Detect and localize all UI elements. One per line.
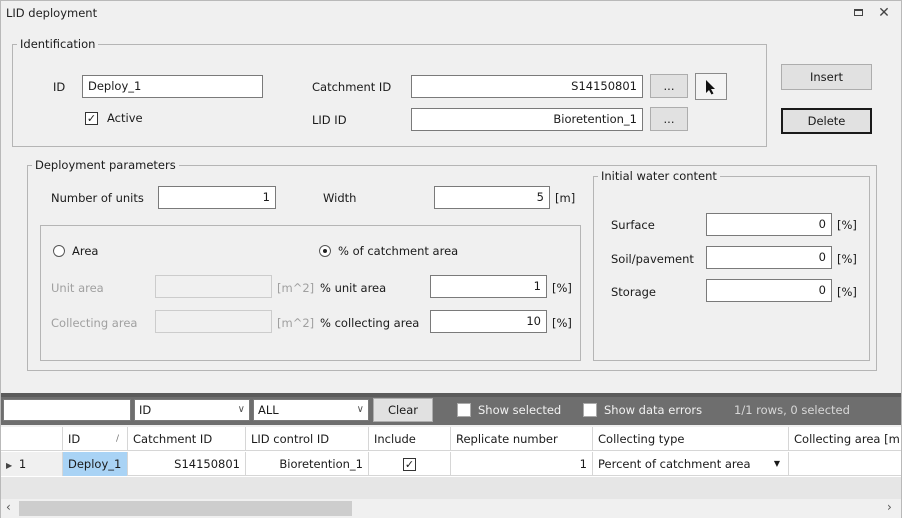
soil-label: Soil/pavement: [611, 252, 694, 266]
deployment-parameters-legend: Deployment parameters: [35, 158, 176, 172]
pct-catchment-option-label: % of catchment area: [338, 244, 459, 258]
filter-bar: ID ∨ ALL ∨ Clear Show selected Show data…: [1, 393, 901, 425]
units-label: Number of units: [51, 191, 144, 205]
clear-filter-button[interactable]: Clear: [373, 398, 433, 422]
width-field[interactable]: 5: [434, 186, 550, 209]
lid-browse-button[interactable]: ...: [650, 107, 688, 131]
maximize-icon[interactable]: [849, 4, 867, 22]
filter-field-select[interactable]: ID ∨: [134, 399, 250, 421]
cell-lid-control[interactable]: Bioretention_1: [246, 452, 369, 476]
unit-area-field: [155, 275, 272, 298]
pct-collecting-area-label: % collecting area: [320, 316, 420, 330]
storage-label: Storage: [611, 285, 656, 299]
dropdown-arrow-icon[interactable]: ▼: [774, 452, 780, 476]
units-field[interactable]: 1: [158, 186, 276, 209]
include-checkbox[interactable]: ✓: [403, 458, 416, 471]
sort-indicator-icon: /: [115, 434, 119, 444]
filter-search-input[interactable]: [3, 399, 131, 421]
cursor-arrow-icon: [706, 80, 715, 95]
cell-replicate[interactable]: 1: [451, 452, 593, 476]
horizontal-scrollbar[interactable]: ‹ ›: [1, 499, 901, 518]
column-header-collecting-area[interactable]: Collecting area [m: [789, 427, 901, 451]
cell-collecting-type[interactable]: Percent of catchment area ▼: [593, 452, 789, 476]
cell-collecting-area[interactable]: [789, 452, 901, 476]
column-header-replicate[interactable]: Replicate number: [451, 427, 593, 451]
surface-label: Surface: [611, 218, 655, 232]
close-icon[interactable]: ✕: [875, 4, 893, 22]
show-errors-label: Show data errors: [604, 403, 703, 417]
scroll-thumb[interactable]: [19, 501, 352, 516]
filter-mode-value: ALL: [258, 403, 279, 417]
pct-unit-area-field[interactable]: 1: [430, 275, 547, 298]
insert-button[interactable]: Insert: [781, 64, 872, 90]
chevron-down-icon: ∨: [237, 404, 245, 415]
show-errors-checkbox[interactable]: [583, 403, 597, 417]
row-indicator-header: [1, 427, 63, 451]
surface-field[interactable]: 0: [706, 213, 832, 236]
cell-id[interactable]: Deploy_1: [63, 452, 128, 476]
width-unit: [m]: [555, 191, 576, 205]
pct-unit-area-unit: [%]: [552, 281, 572, 295]
collecting-type-value: Percent of catchment area: [598, 457, 751, 471]
area-option-label: Area: [72, 244, 99, 258]
collecting-area-field: [155, 310, 272, 333]
initial-water-legend: Initial water content: [601, 169, 717, 183]
lid-deployment-window: LID deployment ✕ Identification ID Deplo…: [0, 0, 902, 518]
pct-collecting-area-field[interactable]: 10: [430, 310, 547, 333]
id-label: ID: [53, 80, 66, 94]
table-header: ID / Catchment ID LID control ID Include…: [1, 427, 901, 451]
catchment-id-label: Catchment ID: [312, 80, 392, 94]
column-header-collecting-type[interactable]: Collecting type: [593, 427, 789, 451]
width-label: Width: [323, 191, 357, 205]
surface-unit: [%]: [837, 218, 857, 232]
title-bar: LID deployment ✕: [1, 1, 901, 25]
active-checkbox[interactable]: ✓: [85, 112, 98, 125]
id-field[interactable]: Deploy_1: [82, 75, 263, 98]
window-title: LID deployment: [6, 6, 98, 20]
column-header-lid-control[interactable]: LID control ID: [246, 427, 369, 451]
cell-include[interactable]: ✓: [369, 452, 451, 476]
scroll-right-icon[interactable]: ›: [887, 500, 892, 514]
catchment-browse-button[interactable]: ...: [650, 74, 688, 98]
delete-button[interactable]: Delete: [781, 108, 872, 134]
show-selected-checkbox[interactable]: [457, 403, 471, 417]
deployment-table: ID / Catchment ID LID control ID Include…: [1, 427, 901, 499]
row-count-status: 1/1 rows, 0 selected: [734, 403, 850, 417]
row-pointer-icon: ▶: [6, 461, 13, 470]
lid-id-field[interactable]: Bioretention_1: [411, 108, 643, 131]
filter-mode-select[interactable]: ALL ∨: [253, 399, 369, 421]
pct-unit-area-label: % unit area: [320, 281, 387, 295]
storage-field[interactable]: 0: [706, 279, 832, 302]
chevron-down-icon: ∨: [356, 404, 364, 415]
area-radio[interactable]: [53, 245, 65, 257]
pick-on-map-button[interactable]: [695, 73, 727, 100]
filter-field-value: ID: [139, 403, 152, 417]
pct-collecting-area-unit: [%]: [552, 316, 572, 330]
collecting-area-unit: [m^2]: [277, 316, 315, 330]
identification-legend: Identification: [20, 37, 96, 51]
show-selected-label: Show selected: [478, 403, 562, 417]
active-label: Active: [107, 111, 143, 125]
row-number: 1: [18, 457, 27, 471]
scroll-left-icon[interactable]: ‹: [6, 500, 11, 514]
row-indicator: ▶ 1: [1, 452, 63, 476]
cell-catchment[interactable]: S14150801: [128, 452, 246, 476]
collecting-area-label: Collecting area: [51, 316, 138, 330]
lid-id-label: LID ID: [312, 113, 347, 127]
catchment-id-field[interactable]: S14150801: [411, 75, 643, 98]
soil-unit: [%]: [837, 252, 857, 266]
unit-area-label: Unit area: [51, 281, 104, 295]
column-header-id[interactable]: ID /: [63, 427, 128, 451]
table-row[interactable]: ▶ 1 Deploy_1 S14150801 Bioretention_1 ✓ …: [1, 452, 901, 476]
storage-unit: [%]: [837, 285, 857, 299]
column-header-catchment[interactable]: Catchment ID: [128, 427, 246, 451]
table-empty-area: [1, 477, 901, 499]
unit-area-unit: [m^2]: [277, 281, 315, 295]
column-header-include[interactable]: Include: [369, 427, 451, 451]
soil-field[interactable]: 0: [706, 246, 832, 269]
pct-catchment-radio[interactable]: [319, 245, 331, 257]
